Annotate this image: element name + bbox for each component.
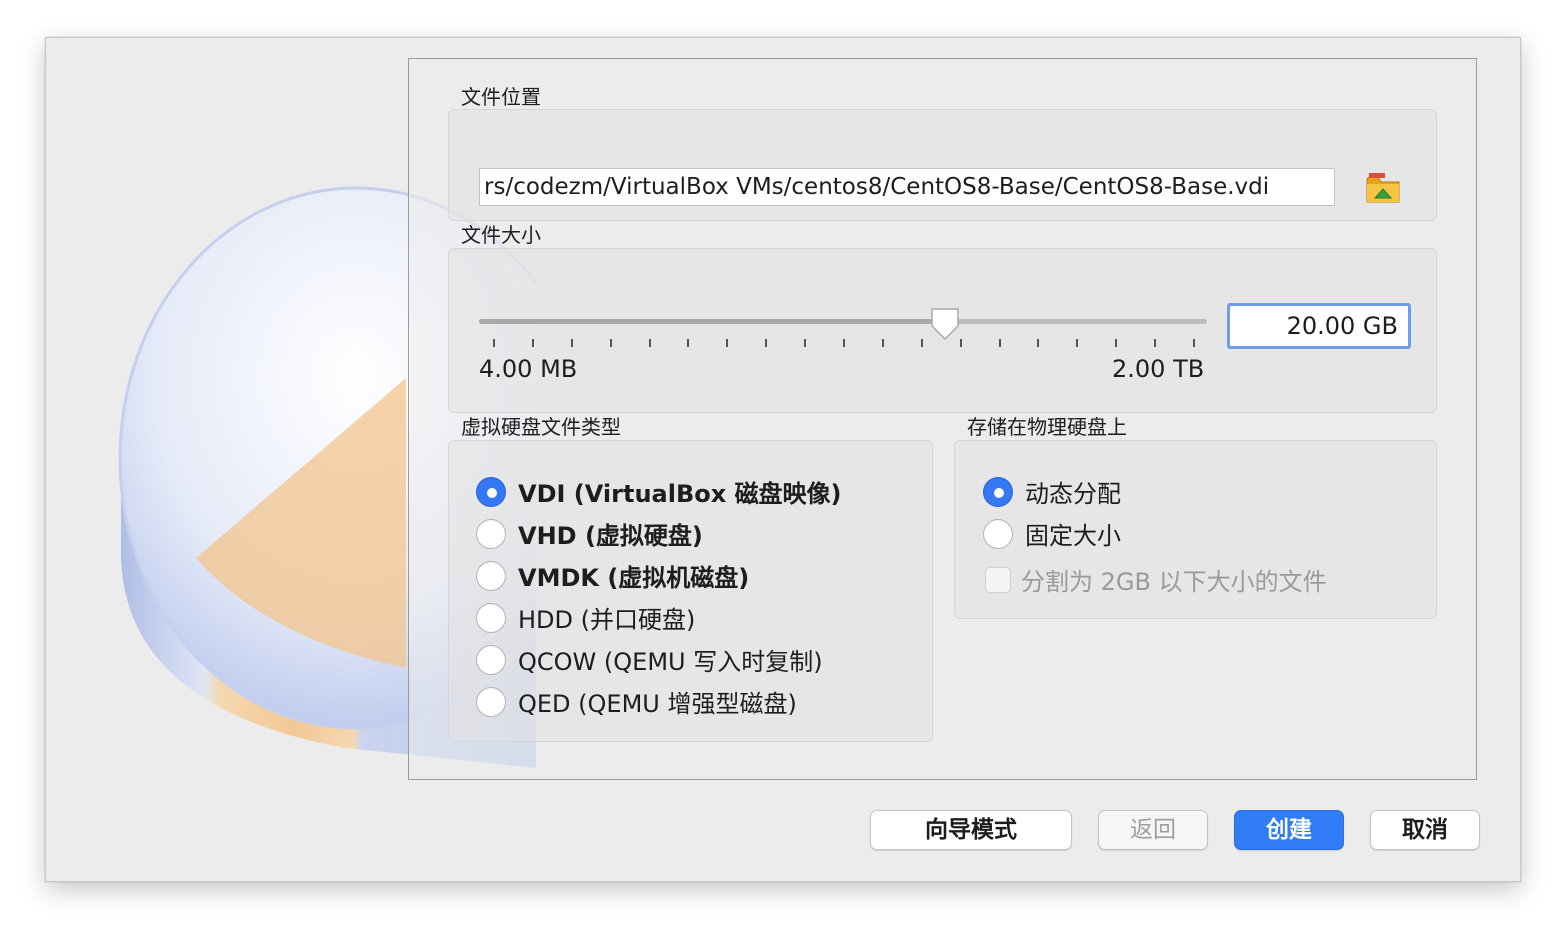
- radio-fixed-button[interactable]: [983, 518, 1013, 549]
- radio-dynamic-label: 动态分配: [1025, 480, 1121, 508]
- slider-tick: [1115, 339, 1117, 347]
- split-files-checkbox: 分割为 2GB 以下大小的文件: [985, 562, 1327, 597]
- size-min-label: 4.00 MB: [479, 355, 578, 383]
- radio-fixed-label: 固定大小: [1025, 522, 1121, 550]
- slider-tick: [1037, 339, 1039, 347]
- slider-tick: [687, 339, 689, 347]
- slider-tick: [804, 339, 806, 347]
- radio-dynamic-button[interactable]: [983, 476, 1013, 507]
- slider-tick: [843, 339, 845, 347]
- radio-hdd-label: HDD (并口硬盘): [518, 606, 696, 634]
- radio-vhd[interactable]: VHD (虚拟硬盘): [476, 516, 703, 551]
- radio-vmdk[interactable]: VMDK (虚拟机磁盘): [476, 558, 749, 593]
- slider-tick: [921, 339, 923, 347]
- radio-qcow-button[interactable]: [476, 644, 506, 675]
- create-button[interactable]: 创建: [1234, 810, 1344, 850]
- radio-vdi[interactable]: VDI (VirtualBox 磁盘映像): [476, 474, 842, 509]
- radio-hdd-button[interactable]: [476, 602, 506, 633]
- slider-tick: [882, 339, 884, 347]
- file-path-input[interactable]: rs/codezm/VirtualBox VMs/centos8/CentOS8…: [479, 168, 1335, 206]
- radio-qcow[interactable]: QCOW (QEMU 写入时复制): [476, 642, 823, 677]
- split-files-label: 分割为 2GB 以下大小的文件: [1021, 568, 1327, 596]
- size-slider-ticks: [479, 339, 1207, 349]
- slider-tick: [999, 339, 1001, 347]
- slider-tick: [1193, 339, 1195, 347]
- slider-tick: [726, 339, 728, 347]
- radio-vmdk-button[interactable]: [476, 560, 506, 591]
- radio-qed-label: QED (QEMU 增强型磁盘): [518, 690, 797, 718]
- size-value-input[interactable]: 20.00 GB: [1227, 303, 1411, 349]
- slider-tick: [532, 339, 534, 347]
- size-slider[interactable]: [479, 308, 1207, 341]
- file-size-label: 文件大小: [461, 223, 541, 247]
- cancel-button[interactable]: 取消: [1370, 810, 1480, 850]
- slider-tick: [1076, 339, 1078, 347]
- radio-vdi-button[interactable]: [476, 476, 506, 507]
- file-location-label: 文件位置: [461, 85, 541, 109]
- slider-tick: [649, 339, 651, 347]
- back-button[interactable]: 返回: [1098, 810, 1208, 850]
- radio-vhd-button[interactable]: [476, 518, 506, 549]
- size-slider-thumb[interactable]: [929, 306, 961, 342]
- create-virtual-disk-dialog: 文件位置 rs/codezm/VirtualBox VMs/centos8/Ce…: [45, 37, 1521, 882]
- radio-vdi-label: VDI (VirtualBox 磁盘映像): [518, 480, 842, 508]
- radio-vmdk-label: VMDK (虚拟机磁盘): [518, 564, 750, 592]
- slider-tick: [960, 339, 962, 347]
- slider-tick: [493, 339, 495, 347]
- slider-tick: [765, 339, 767, 347]
- radio-fixed[interactable]: 固定大小: [983, 516, 1121, 551]
- guided-mode-button[interactable]: 向导模式: [870, 810, 1072, 850]
- radio-qed-button[interactable]: [476, 686, 506, 717]
- slider-tick: [610, 339, 612, 347]
- radio-qed[interactable]: QED (QEMU 增强型磁盘): [476, 684, 797, 719]
- file-path-text: rs/codezm/VirtualBox VMs/centos8/CentOS8…: [484, 174, 1270, 200]
- size-slider-fill: [479, 319, 945, 324]
- slider-tick: [1154, 339, 1156, 347]
- radio-dynamic[interactable]: 动态分配: [983, 474, 1121, 509]
- split-files-checkbox-box: [985, 566, 1011, 593]
- size-max-label: 2.00 TB: [1112, 355, 1205, 383]
- radio-hdd[interactable]: HDD (并口硬盘): [476, 600, 695, 635]
- radio-vhd-label: VHD (虚拟硬盘): [518, 522, 703, 550]
- radio-qcow-label: QCOW (QEMU 写入时复制): [518, 648, 823, 676]
- disk-type-label: 虚拟硬盘文件类型: [461, 415, 621, 439]
- settings-panel: 文件位置 rs/codezm/VirtualBox VMs/centos8/Ce…: [408, 58, 1477, 780]
- slider-tick: [571, 339, 573, 347]
- folder-icon[interactable]: [1365, 170, 1401, 206]
- storage-label: 存储在物理硬盘上: [967, 415, 1127, 439]
